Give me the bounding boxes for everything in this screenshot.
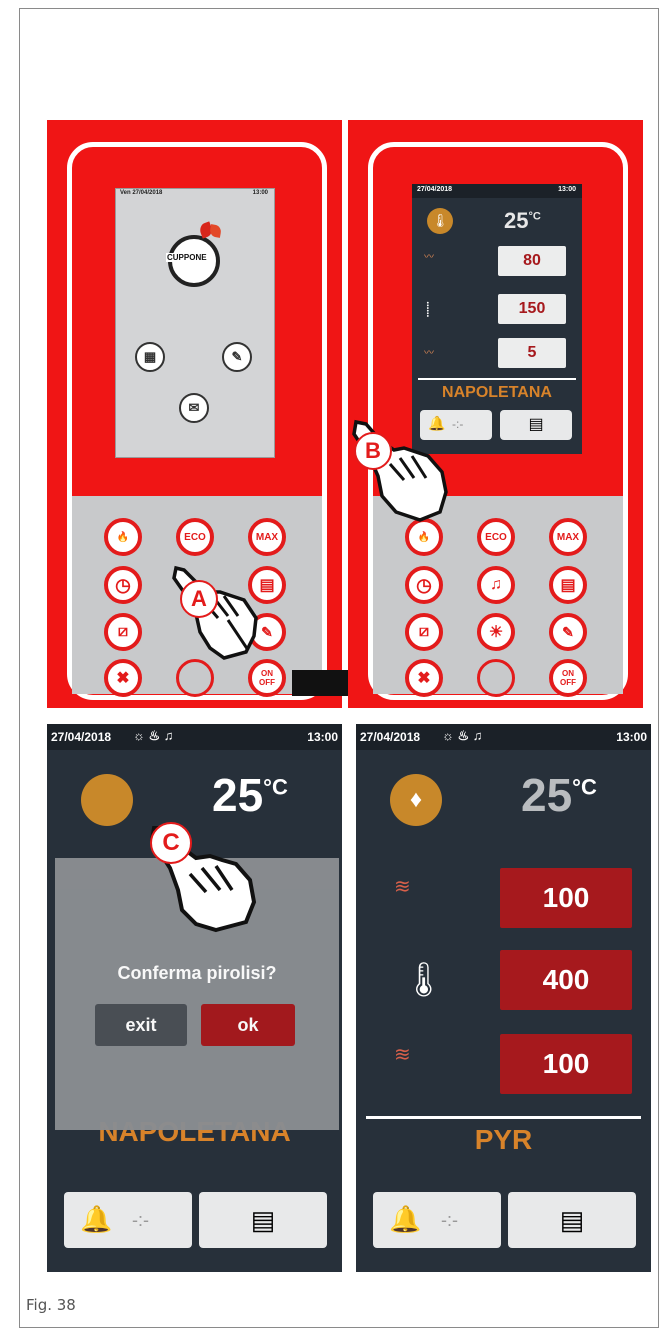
bell-key[interactable]: ♫ bbox=[477, 566, 515, 604]
mini-thermo-icon: 🌡 bbox=[427, 208, 453, 234]
status-bar-d: 27/04/2018 ☼ ♨ ♫ 13:00 bbox=[356, 724, 651, 750]
document-key[interactable]: ▤ bbox=[549, 566, 587, 604]
flame-icon: ♦ bbox=[390, 774, 442, 826]
bottom-heat-icon: ≋ bbox=[394, 1044, 411, 1066]
slash-key[interactable]: ⧄ bbox=[405, 613, 443, 651]
mini-time: 13:00 bbox=[558, 186, 576, 193]
value-temperature[interactable]: 400 bbox=[500, 950, 632, 1010]
date-d: 27/04/2018 bbox=[360, 730, 421, 744]
recipe-book-icon[interactable]: ✎ bbox=[222, 342, 252, 372]
home-date: Ven 27/04/2018 bbox=[120, 190, 163, 196]
thermometer-icon-d: 🌡 bbox=[402, 961, 446, 999]
time-c: 13:00 bbox=[307, 730, 338, 744]
document-button-c[interactable]: ▤ bbox=[199, 1192, 327, 1248]
value-bottom-heat[interactable]: 100 bbox=[500, 1034, 632, 1094]
mini-date: 27/04/2018 bbox=[417, 186, 453, 193]
bell-timer-button-d[interactable]: 🔔 -:- bbox=[373, 1192, 501, 1248]
status-icons-d: ☼ ♨ ♫ bbox=[442, 728, 483, 743]
blank-key[interactable] bbox=[477, 659, 515, 697]
time-d: 13:00 bbox=[616, 730, 647, 744]
mini-top-heat-icon: 〰 bbox=[424, 252, 434, 263]
home-screen: Ven 27/04/2018 13:00 CUPPONE ▦ ✎ ✉ bbox=[115, 188, 275, 458]
mini-value-1: 80 bbox=[498, 246, 566, 276]
program-name-d: PYR bbox=[474, 1124, 533, 1155]
hand-pointer-b bbox=[330, 400, 450, 530]
mini-temp: 25°C bbox=[504, 208, 541, 233]
bell-timer-button-c[interactable]: 🔔 -:- bbox=[64, 1192, 192, 1248]
value-top-heat[interactable]: 100 bbox=[500, 868, 632, 928]
top-heat-icon: ≋ bbox=[394, 876, 411, 898]
date-c: 27/04/2018 bbox=[51, 730, 112, 744]
mini-value-3: 5 bbox=[498, 338, 566, 368]
light-key[interactable]: ☀ bbox=[477, 613, 515, 651]
eco-key[interactable]: ECO bbox=[477, 518, 515, 556]
exit-button[interactable]: exit bbox=[95, 1004, 187, 1046]
callout-b: B bbox=[354, 432, 392, 470]
temperature-d: 25°C bbox=[521, 769, 597, 821]
home-time: 13:00 bbox=[252, 190, 268, 196]
tools-key[interactable]: ✖ bbox=[405, 659, 443, 697]
on-off-key[interactable]: ON OFF bbox=[549, 659, 587, 697]
max-key[interactable]: MAX bbox=[549, 518, 587, 556]
callout-c: C bbox=[150, 822, 192, 864]
figure-caption: Fig. 38 bbox=[26, 1296, 76, 1314]
mini-value-2: 150 bbox=[498, 294, 566, 324]
dialog-text: Conferma pirolisi? bbox=[117, 963, 277, 983]
status-icons-c: ☼ ♨ ♫ bbox=[133, 728, 174, 743]
tools-key[interactable]: ✖ bbox=[104, 659, 142, 697]
status-bar-c: 27/04/2018 ☼ ♨ ♫ 13:00 bbox=[47, 724, 342, 750]
mini-doc-button[interactable]: ▤ bbox=[500, 410, 572, 440]
mini-bottom-heat-icon: 〰 bbox=[424, 348, 434, 359]
calendar-icon[interactable]: ▦ bbox=[135, 342, 165, 372]
callout-a: A bbox=[180, 580, 218, 618]
hand-pointer-a bbox=[172, 560, 260, 680]
clock-key[interactable]: ◷ bbox=[405, 566, 443, 604]
logo: CUPPONE bbox=[166, 221, 222, 287]
ok-button[interactable]: ok bbox=[201, 1004, 295, 1046]
divider-d bbox=[366, 1116, 641, 1119]
document-button-d[interactable]: ▤ bbox=[508, 1192, 636, 1248]
mail-icon[interactable]: ✉ bbox=[179, 393, 209, 423]
flame-key[interactable]: 🔥 bbox=[104, 518, 142, 556]
clock-key[interactable]: ◷ bbox=[104, 566, 142, 604]
hand-pointer-c bbox=[124, 806, 264, 946]
recipe-key[interactable]: ✎ bbox=[549, 613, 587, 651]
screen-d: 27/04/2018 ☼ ♨ ♫ 13:00 ♦ 25°C ≋ 100 🌡 40… bbox=[356, 724, 651, 1272]
mini-thermometer-icon: ⸽ bbox=[426, 301, 430, 317]
slash-key[interactable]: ⧄ bbox=[104, 613, 142, 651]
